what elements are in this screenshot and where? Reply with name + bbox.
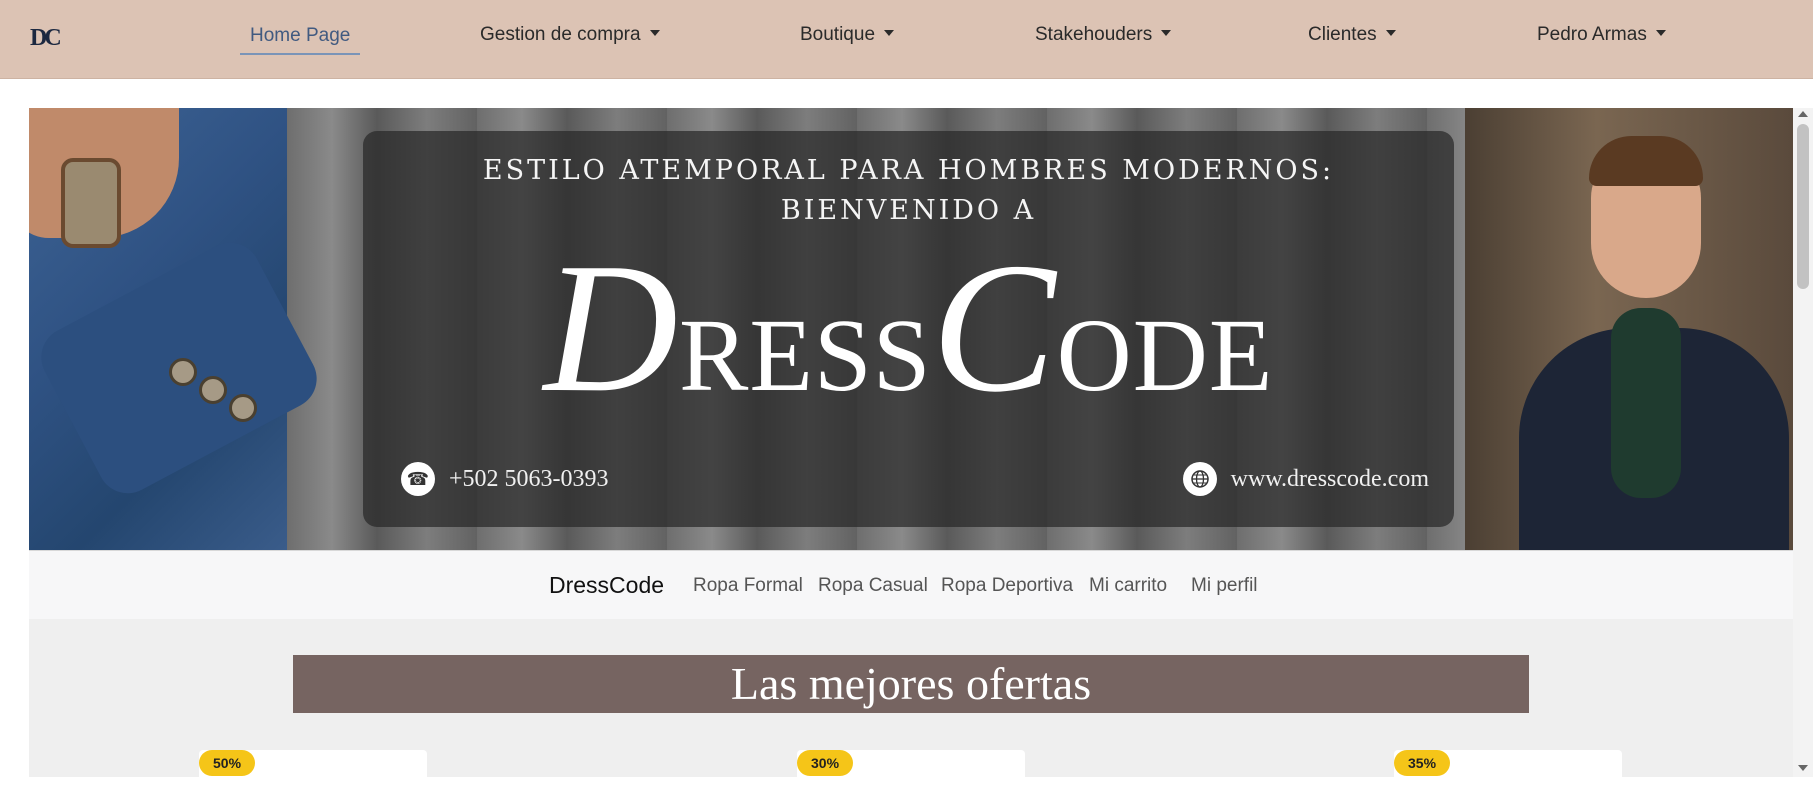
hero-brand-name: DRESSCODE (363, 235, 1454, 421)
brand-initial-c: C (931, 225, 1057, 431)
nav-ropa-deportiva[interactable]: Ropa Deportiva (941, 575, 1073, 597)
discount-badge: 35% (1394, 750, 1451, 776)
caret-down-icon (1161, 29, 1172, 36)
scroll-up-icon[interactable] (1798, 111, 1808, 117)
hero-phone-number: +502 5063-0393 (449, 465, 609, 492)
hero-card: ESTILO ATEMPORAL PARA HOMBRES MODERNOS: … (363, 131, 1454, 527)
nav-ropa-formal[interactable]: Ropa Formal (693, 575, 803, 597)
hero-image-suit-sleeve (29, 108, 328, 550)
caret-down-icon (1385, 29, 1396, 36)
scroll-down-icon[interactable] (1798, 765, 1808, 771)
nav-user-menu[interactable]: Pedro Armas (1537, 24, 1666, 46)
cuff-button (229, 394, 257, 422)
offers-title: Las mejores ofertas (293, 655, 1529, 713)
nav-gestion-label: Gestion de compra (480, 24, 641, 45)
hero-banner: ESTILO ATEMPORAL PARA HOMBRES MODERNOS: … (29, 108, 1793, 550)
nav-ropa-casual[interactable]: Ropa Casual (818, 575, 928, 597)
top-navbar: DC Home Page Gestion de compra Boutique … (0, 0, 1813, 79)
model-scarf (1611, 308, 1681, 498)
cuff-button (199, 376, 227, 404)
brand-initial-d: D (543, 225, 679, 431)
hero-tagline-line1: ESTILO ATEMPORAL PARA HOMBRES MODERNOS: (482, 155, 1335, 186)
nav-clientes[interactable]: Clientes (1308, 24, 1396, 46)
hero-website-url: www.dresscode.com (1230, 465, 1429, 492)
shop-brand-link[interactable]: DressCode (549, 572, 664, 599)
logo[interactable]: DC (30, 25, 62, 52)
hero-tagline-line2: BIENVENIDO A (780, 195, 1037, 226)
hero-website: www.dresscode.com (1182, 462, 1429, 496)
caret-down-icon (1655, 29, 1666, 36)
scroll-thumb[interactable] (1797, 124, 1809, 289)
discount-badge: 30% (797, 750, 854, 776)
nav-gestion-de-compra[interactable]: Gestion de compra (480, 24, 660, 46)
discount-badge: 50% (199, 750, 256, 776)
nav-mi-perfil[interactable]: Mi perfil (1191, 575, 1258, 597)
globe-icon (1182, 462, 1217, 496)
hero-phone: ☎ +502 5063-0393 (401, 462, 609, 496)
caret-down-icon (884, 29, 895, 36)
nav-home-page[interactable]: Home Page (240, 25, 361, 55)
nav-boutique-label: Boutique (800, 24, 876, 45)
caret-down-icon (649, 29, 660, 36)
nav-boutique[interactable]: Boutique (800, 24, 895, 46)
nav-stakehouders[interactable]: Stakehouders (1035, 24, 1172, 46)
nav-mi-carrito[interactable]: Mi carrito (1089, 575, 1167, 597)
nav-stakehouders-label: Stakehouders (1035, 24, 1153, 45)
brand-part-ode: ODE (1056, 298, 1274, 413)
nav-clientes-label: Clientes (1308, 24, 1377, 45)
brand-part-ress: RESS (678, 298, 932, 413)
phone-icon: ☎ (401, 462, 435, 496)
shop-navbar: DressCode Ropa Formal Ropa Casual Ropa D… (29, 550, 1793, 619)
nav-home-page-label: Home Page (250, 25, 351, 46)
model-hair (1589, 136, 1703, 186)
hero-tagline: ESTILO ATEMPORAL PARA HOMBRES MODERNOS: … (363, 151, 1454, 231)
nav-user-label: Pedro Armas (1537, 24, 1647, 45)
watch-shape (61, 158, 121, 248)
vertical-scrollbar[interactable] (1793, 108, 1813, 777)
cuff-button (169, 358, 197, 386)
